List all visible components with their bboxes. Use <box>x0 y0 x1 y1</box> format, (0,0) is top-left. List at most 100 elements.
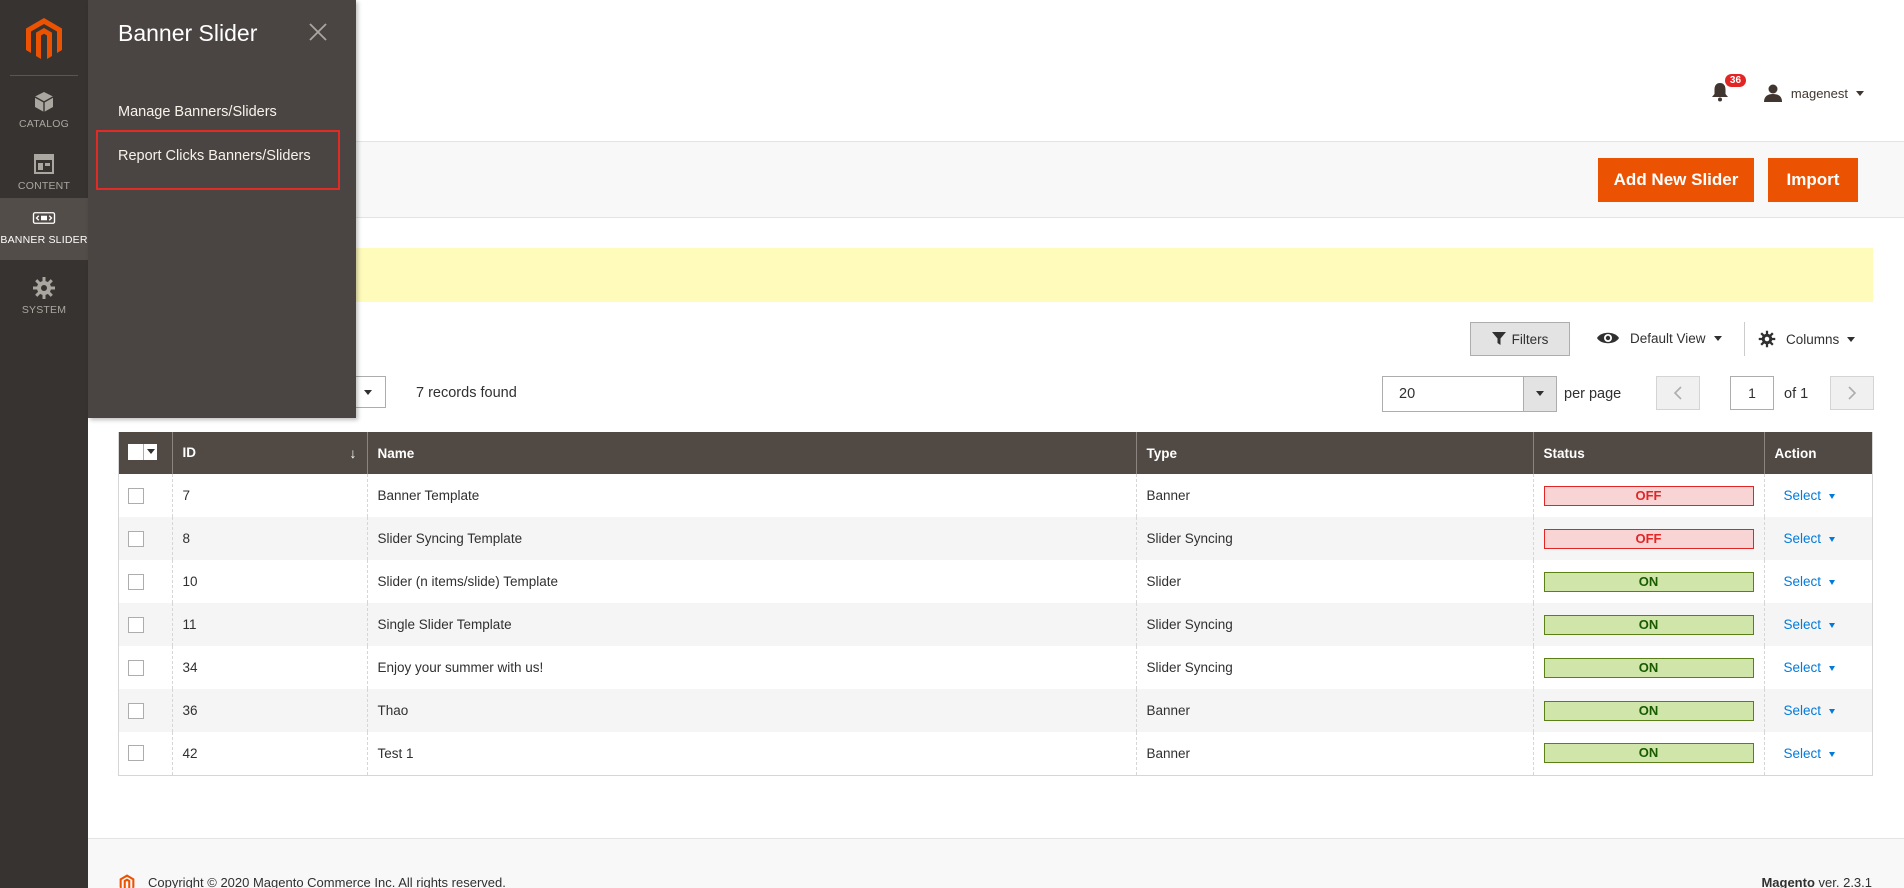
sort-down-icon: ↓ <box>349 445 357 461</box>
status-badge: OFF <box>1543 485 1754 506</box>
per-page-value: 20 <box>1399 386 1416 402</box>
status-badge: ON <box>1543 614 1754 635</box>
row-checkbox-cell <box>118 732 172 776</box>
actions-dropdown-toggle[interactable] <box>352 376 386 408</box>
copyright-text: Copyright © 2020 Magento Commerce Inc. A… <box>148 875 506 888</box>
chevron-down-icon <box>147 449 155 454</box>
per-page-select[interactable]: 20 <box>1382 376 1557 412</box>
table-row: 7 Banner Template Banner OFF Select <box>118 474 1873 517</box>
row-action-select[interactable]: Select <box>1784 488 1836 503</box>
filters-button[interactable]: Filters <box>1470 322 1570 356</box>
chevron-down-icon <box>1829 622 1836 628</box>
magento-logo-icon[interactable] <box>22 16 66 62</box>
row-action-label: Select <box>1783 617 1822 632</box>
default-view-dropdown[interactable]: Default View <box>1596 330 1722 346</box>
cell-id: 34 <box>171 646 367 689</box>
version-number: ver. 2.3.1 <box>1814 875 1872 888</box>
row-action-select[interactable]: Select <box>1784 531 1836 546</box>
chevron-down-icon <box>1713 335 1722 341</box>
nav-item-system[interactable]: SYSTEM <box>0 268 88 330</box>
chevron-down-icon <box>1829 751 1836 757</box>
cell-action: Select <box>1763 732 1873 776</box>
row-checkbox[interactable] <box>128 573 144 590</box>
chevron-down-icon <box>1829 493 1836 499</box>
cell-status: OFF <box>1532 474 1764 517</box>
next-page-button[interactable] <box>1830 376 1874 410</box>
mass-select-header[interactable] <box>118 432 172 474</box>
row-action-select[interactable]: Select <box>1784 660 1836 675</box>
manage-banners-link[interactable]: Manage Banners/Sliders <box>118 104 277 120</box>
mass-select-checkbox[interactable] <box>128 443 157 460</box>
cell-status: ON <box>1532 689 1764 732</box>
close-icon[interactable] <box>306 20 330 44</box>
cell-status: ON <box>1532 560 1764 603</box>
status-badge: ON <box>1543 571 1754 592</box>
nav-item-content[interactable]: CONTENT <box>0 144 88 206</box>
chevron-down-icon <box>1829 665 1836 671</box>
chevron-down-icon <box>1856 90 1864 96</box>
column-header-id[interactable]: ID ↓ <box>171 432 367 474</box>
row-action-select[interactable]: Select <box>1784 703 1836 718</box>
notifications[interactable]: 36 <box>1711 74 1747 104</box>
chevron-left-icon <box>1673 386 1682 400</box>
column-header-name[interactable]: Name <box>366 432 1136 474</box>
columns-dropdown[interactable]: Columns <box>1758 330 1856 348</box>
cell-action: Select <box>1763 689 1873 732</box>
row-checkbox-cell <box>118 517 172 560</box>
cell-status: ON <box>1532 603 1764 646</box>
cell-type: Slider Syncing <box>1135 517 1533 560</box>
import-button[interactable]: Import <box>1768 158 1858 202</box>
cell-id: 10 <box>171 560 367 603</box>
row-checkbox[interactable] <box>128 530 144 547</box>
per-page-toggle[interactable] <box>1523 377 1556 411</box>
cell-type: Banner <box>1135 474 1533 517</box>
column-header-label: Status <box>1543 445 1585 461</box>
checkbox[interactable] <box>128 443 144 460</box>
row-checkbox[interactable] <box>128 745 144 762</box>
page-footer: Copyright © 2020 Magento Commerce Inc. A… <box>88 838 1904 888</box>
box-icon <box>34 92 54 112</box>
row-action-label: Select <box>1783 745 1822 761</box>
row-checkbox[interactable] <box>128 702 144 719</box>
toolbar-divider <box>1744 322 1745 356</box>
nav-item-label: CATALOG <box>18 118 70 130</box>
cell-name: Test 1 <box>366 732 1136 776</box>
cell-id: 42 <box>171 732 367 776</box>
table-row: 10 Slider (n items/slide) Template Slide… <box>118 560 1873 603</box>
table-row: 8 Slider Syncing Template Slider Syncing… <box>118 517 1873 560</box>
nav-item-banner-slider[interactable]: BANNER SLIDER <box>0 198 88 260</box>
chevron-down-icon <box>1847 336 1856 342</box>
filters-label: Filters <box>1511 331 1549 347</box>
column-header-status[interactable]: Status <box>1532 432 1764 474</box>
row-action-select[interactable]: Select <box>1784 574 1836 589</box>
row-checkbox-cell <box>118 474 172 517</box>
page-number-input[interactable]: 1 <box>1730 376 1774 410</box>
cell-id: 11 <box>171 603 367 646</box>
cell-type: Banner <box>1135 689 1533 732</box>
funnel-icon <box>1491 332 1506 345</box>
layout-icon <box>34 154 54 174</box>
cell-id: 36 <box>171 689 367 732</box>
cell-type: Slider Syncing <box>1135 646 1533 689</box>
add-new-slider-button[interactable]: Add New Slider <box>1598 158 1754 202</box>
row-checkbox[interactable] <box>128 487 144 504</box>
report-clicks-link[interactable]: Report Clicks Banners/Sliders <box>118 148 311 164</box>
previous-page-button[interactable] <box>1656 376 1700 410</box>
chevron-right-icon <box>1848 386 1857 400</box>
chevron-down-icon <box>1536 391 1544 396</box>
column-header-label: Name <box>377 445 415 461</box>
cell-name: Slider (n items/slide) Template <box>366 560 1136 603</box>
nav-item-catalog[interactable]: CATALOG <box>0 82 88 144</box>
eye-icon <box>1597 332 1619 344</box>
row-action-select[interactable]: Select <box>1784 617 1836 632</box>
default-view-label: Default View <box>1630 330 1706 346</box>
column-header-type[interactable]: Type <box>1135 432 1533 474</box>
row-checkbox[interactable] <box>128 659 144 676</box>
status-badge: ON <box>1543 743 1754 764</box>
nav-item-label: SYSTEM <box>21 304 67 316</box>
row-action-select[interactable]: Select <box>1784 746 1836 761</box>
row-checkbox[interactable] <box>128 616 144 633</box>
user-menu[interactable]: magenest <box>1763 83 1864 103</box>
row-action-label: Select <box>1783 703 1822 718</box>
brand-name: Magento <box>1761 875 1815 888</box>
